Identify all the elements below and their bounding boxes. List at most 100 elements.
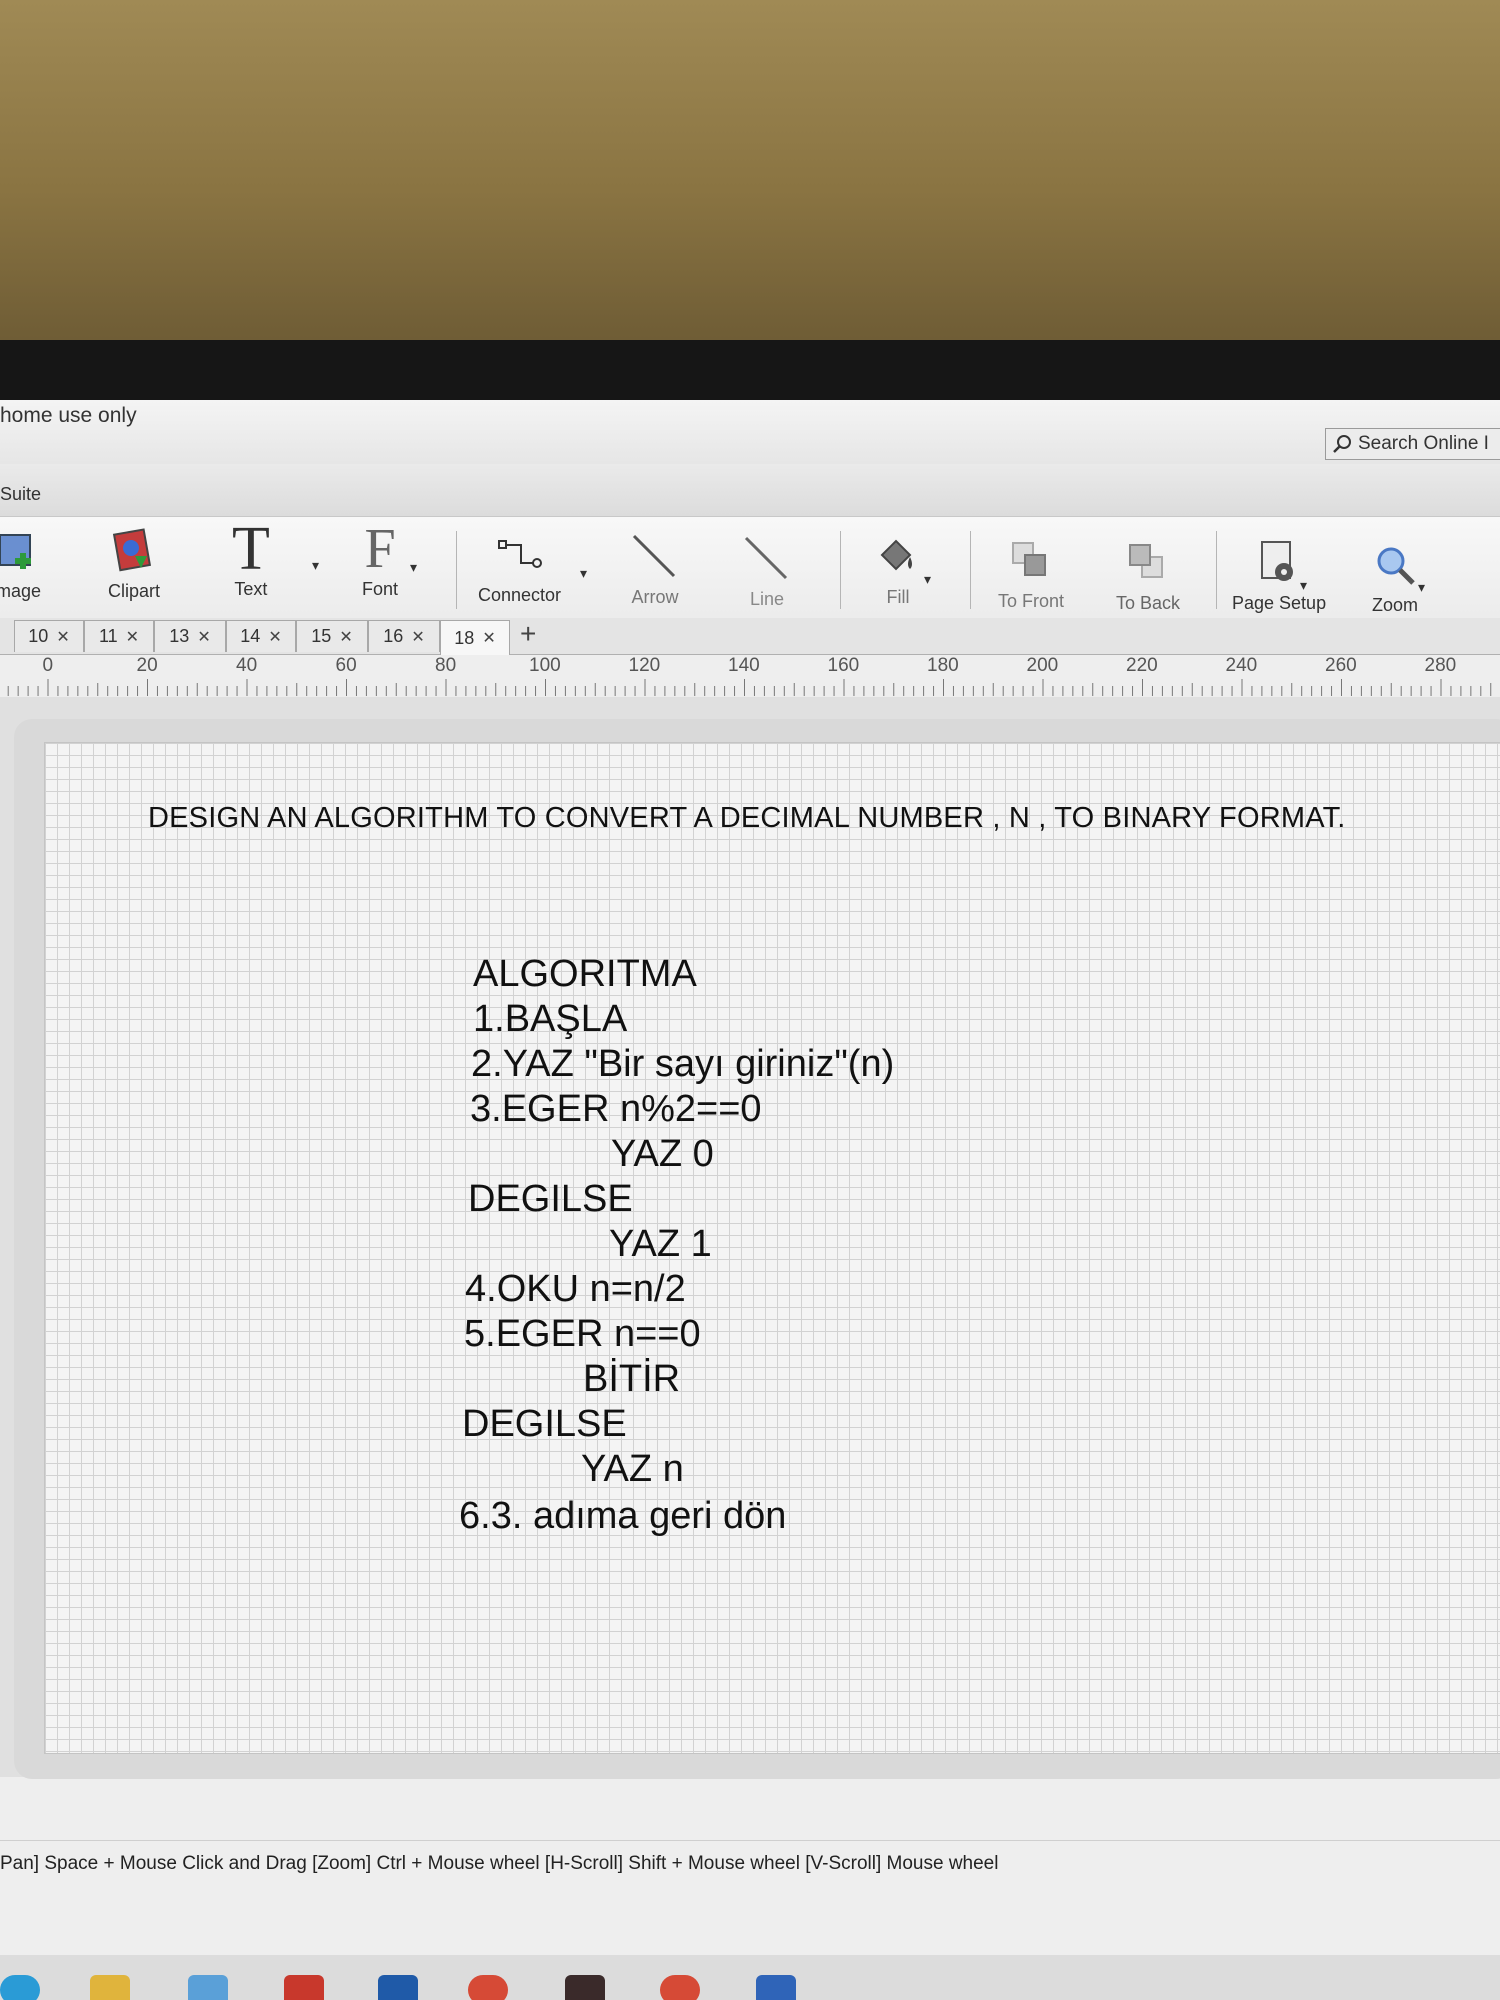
page-setup-icon: [1256, 535, 1302, 591]
toolbar-separator: [970, 531, 971, 609]
toolbar: mage Clipart T Text ▾ F Font ▾ Connector…: [0, 514, 1500, 625]
algorithm-line: BİTİR: [583, 1358, 681, 1400]
page-tab[interactable]: 16 ✕: [368, 620, 440, 652]
toolbar-label: mage: [0, 581, 42, 601]
toolbar-label: Text: [234, 579, 268, 599]
drawing-canvas[interactable]: DESIGN AN ALGORITHM TO CONVERT A DECIMAL…: [44, 742, 1500, 1754]
algorithm-line: DEGILSE: [468, 1178, 633, 1220]
close-icon[interactable]: ✕: [56, 627, 69, 647]
text-dropdown-icon[interactable]: ▾: [312, 557, 319, 574]
close-icon[interactable]: ✕: [482, 628, 495, 648]
page-tab-label: 15: [311, 626, 332, 646]
toolbar-text-button[interactable]: T Text: [232, 514, 270, 600]
ruler-number: 260: [1325, 655, 1357, 676]
page-setup-dropdown-icon[interactable]: ▾: [1300, 577, 1307, 594]
toolbar-label: Fill: [886, 587, 910, 607]
page-tab-label: 16: [383, 626, 404, 646]
text-icon: T: [232, 514, 270, 583]
toolbar-label: Clipart: [108, 581, 161, 601]
ruler-number: 220: [1126, 655, 1158, 676]
toolbar-separator: [456, 531, 457, 609]
fill-icon: [876, 529, 920, 585]
app-icon[interactable]: [565, 1975, 605, 2000]
font-dropdown-icon[interactable]: ▾: [410, 559, 417, 576]
page-tab[interactable]: 14 ✕: [226, 620, 296, 652]
toolbar-label: Page Setup: [1232, 593, 1327, 613]
page-tab[interactable]: 11 ✕: [84, 620, 154, 652]
app-icon[interactable]: [756, 1975, 796, 2000]
close-icon[interactable]: ✕: [126, 627, 139, 647]
connector-dropdown-icon[interactable]: ▾: [580, 565, 587, 582]
page-tab[interactable]: 15 ✕: [296, 620, 368, 652]
toolbar-label: Arrow: [631, 587, 679, 607]
app-icon[interactable]: [188, 1975, 228, 2000]
file-explorer-icon[interactable]: [90, 1975, 130, 2000]
algorithm-line: YAZ 1: [609, 1223, 712, 1265]
toolbar-separator: [1216, 531, 1217, 609]
chrome-icon[interactable]: [660, 1975, 700, 2000]
zoom-dropdown-icon[interactable]: ▾: [1418, 579, 1425, 596]
ruler-number: 200: [1026, 655, 1059, 676]
algorithm-line: 3.EGER n%2==0: [470, 1088, 762, 1130]
toolbar-label: Connector: [478, 585, 562, 605]
algorithm-line: YAZ n: [581, 1448, 684, 1490]
ruler-number: 180: [927, 655, 959, 676]
close-icon[interactable]: ✕: [411, 627, 424, 647]
toolbar-image-button[interactable]: mage: [0, 523, 41, 602]
connector-icon: [497, 527, 543, 583]
to-back-icon: [1126, 535, 1170, 591]
toolbar-label: To Back: [1116, 593, 1181, 613]
toolbar-clipart-button[interactable]: Clipart: [108, 523, 160, 602]
ruler-number: 280: [1424, 655, 1457, 676]
toolbar-line-button[interactable]: Line: [742, 531, 792, 610]
search-icon: [1333, 435, 1351, 453]
page-tab-label: 11: [98, 626, 118, 646]
ruler-number: 160: [827, 655, 860, 676]
page-tab-label: 18: [454, 627, 475, 648]
background-wall: [0, 0, 1500, 345]
algorithm-line: 2.YAZ "Bir sayı giriniz"(n): [471, 1043, 895, 1085]
toolbar-connector-button[interactable]: Connector: [478, 527, 561, 606]
ruler-number: 60: [335, 655, 357, 676]
close-icon[interactable]: ✕: [197, 627, 210, 647]
search-online-box[interactable]: Search Online I: [1325, 428, 1500, 460]
zoom-icon: [1373, 537, 1417, 593]
taskbar: [0, 1955, 1500, 2000]
chrome-icon[interactable]: [468, 1975, 508, 2000]
close-icon[interactable]: ✕: [268, 627, 281, 647]
workspace: DESIGN AN ALGORITHM TO CONVERT A DECIMAL…: [0, 697, 1500, 1779]
document-heading: DESIGN AN ALGORITHM TO CONVERT A DECIMAL…: [148, 802, 1346, 834]
add-tab-icon[interactable]: +: [520, 618, 536, 650]
toolbar-label: To Front: [998, 591, 1065, 611]
toolbar-to-back-button[interactable]: To Back: [1116, 535, 1180, 614]
algorithm-line: 6.3. adıma geri dön: [459, 1495, 787, 1537]
fill-dropdown-icon[interactable]: ▾: [924, 571, 931, 588]
ruler-number: 120: [628, 655, 661, 676]
toolbar-fill-button[interactable]: Fill: [876, 529, 920, 608]
to-front-icon: [1009, 533, 1053, 589]
algorithm-line: 4.OKU n=n/2: [465, 1268, 686, 1310]
algorithm-line: DEGILSE: [462, 1403, 627, 1445]
toolbar-arrow-button[interactable]: Arrow: [630, 529, 680, 608]
solitaire-icon[interactable]: [378, 1975, 418, 2000]
page-tab-strip: 10 ✕ 11 ✕ 13 ✕ 14 ✕ 15 ✕ 16 ✕ 18 ✕ +: [0, 618, 1500, 655]
office-icon[interactable]: [284, 1975, 324, 2000]
toolbar-zoom-button[interactable]: Zoom: [1372, 537, 1418, 616]
ruler-number: 20: [136, 655, 158, 676]
toolbar-to-front-button[interactable]: To Front: [998, 533, 1064, 612]
page-tab[interactable]: 13 ✕: [154, 620, 226, 652]
page-tab[interactable]: 10 ✕: [14, 620, 84, 652]
algorithm-line: ALGORITMA: [473, 953, 697, 995]
toolbar-label: Font: [362, 579, 399, 599]
toolbar-font-button[interactable]: F Font: [362, 518, 399, 600]
page-tab-label: 14: [240, 626, 261, 646]
close-icon[interactable]: ✕: [339, 627, 352, 647]
algorithm-line: 5.EGER n==0: [464, 1313, 701, 1355]
toolbar-page-setup-button[interactable]: Page Setup: [1232, 535, 1326, 614]
arrow-icon: [630, 529, 680, 585]
page-tab-active[interactable]: 18 ✕: [440, 620, 510, 655]
toolbar-label: Zoom: [1372, 595, 1419, 615]
toolbar-label: Line: [749, 589, 785, 609]
edge-icon[interactable]: [0, 1975, 40, 2000]
search-placeholder: Search Online I: [1358, 433, 1489, 454]
